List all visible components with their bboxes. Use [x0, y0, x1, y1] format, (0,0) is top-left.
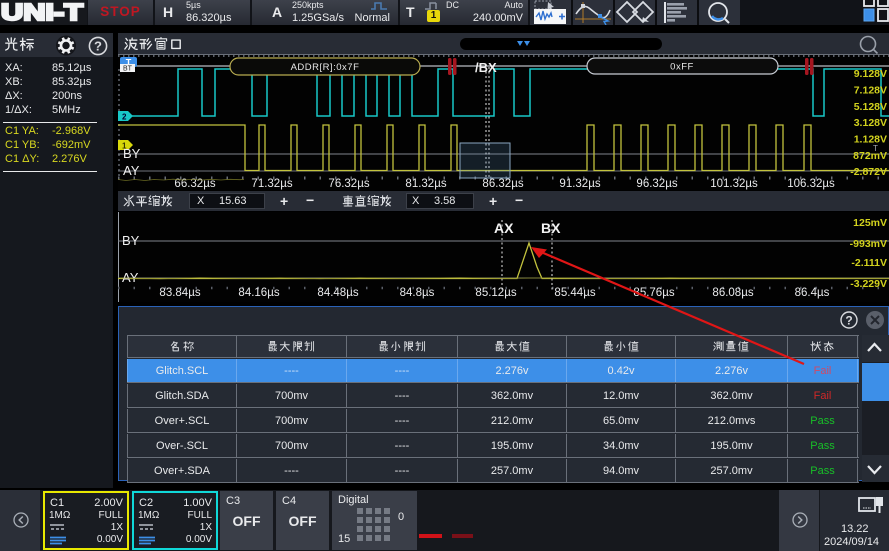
svg-text:125mV: 125mV: [853, 217, 887, 229]
svg-text:86.4µs: 86.4µs: [795, 287, 830, 299]
svg-text:1.128V: 1.128V: [854, 134, 887, 146]
svg-text:AX: AX: [494, 220, 514, 236]
svg-text:2: 2: [122, 113, 127, 122]
svg-text:-2.872V: -2.872V: [850, 166, 887, 178]
svg-text:7.128V: 7.128V: [854, 85, 887, 97]
svg-text:ADDR[R]:0x7F: ADDR[R]:0x7F: [291, 62, 360, 73]
svg-text:85.12µs: 85.12µs: [475, 287, 516, 299]
svg-text:76.32µs: 76.32µs: [328, 178, 369, 190]
svg-text:81.32µs: 81.32µs: [405, 178, 446, 190]
svg-text:BX: BX: [541, 220, 561, 236]
svg-text:85.44µs: 85.44µs: [554, 287, 595, 299]
svg-text:-3.229V: -3.229V: [850, 278, 887, 290]
svg-text:-993mV: -993mV: [850, 238, 887, 250]
svg-text:0xFF: 0xFF: [670, 62, 694, 73]
svg-text:/BX: /BX: [475, 60, 497, 75]
svg-text:96.32µs: 96.32µs: [636, 178, 677, 190]
svg-text:9.128V: 9.128V: [854, 68, 887, 80]
svg-text:BT: BT: [123, 66, 133, 73]
svg-text:86.08µs: 86.08µs: [712, 287, 753, 299]
svg-text:83.84µs: 83.84µs: [159, 287, 200, 299]
svg-text:BY: BY: [122, 233, 140, 248]
svg-text:86.32µs: 86.32µs: [482, 178, 523, 190]
svg-text:84.16µs: 84.16µs: [238, 287, 279, 299]
svg-text:BY: BY: [123, 146, 141, 161]
svg-text:UNI-T: UNI-T: [1, 0, 83, 25]
svg-text:AY: AY: [123, 163, 140, 178]
svg-text:?: ?: [94, 39, 102, 54]
svg-text:3.128V: 3.128V: [854, 117, 887, 129]
svg-text:101.32µs: 101.32µs: [710, 178, 758, 190]
svg-text:106.32µs: 106.32µs: [787, 178, 835, 190]
svg-text:-2.111V: -2.111V: [851, 257, 887, 269]
svg-text:872mV: 872mV: [853, 150, 887, 162]
svg-text:84.48µs: 84.48µs: [317, 287, 358, 299]
svg-text:AY: AY: [122, 270, 139, 285]
svg-text:?: ?: [845, 314, 852, 328]
svg-text:5.128V: 5.128V: [854, 101, 887, 113]
svg-text:91.32µs: 91.32µs: [559, 178, 600, 190]
svg-text:85.76µs: 85.76µs: [633, 287, 674, 299]
svg-text:84.8µs: 84.8µs: [400, 287, 435, 299]
svg-text:T: T: [873, 144, 878, 153]
svg-text:71.32µs: 71.32µs: [251, 178, 292, 190]
